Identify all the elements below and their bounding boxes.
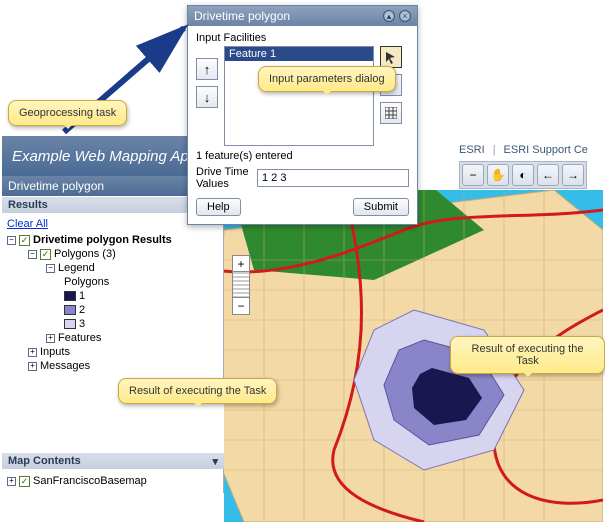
checkbox-checked-icon[interactable]: ✓ <box>19 476 30 487</box>
zoom-out-button[interactable]: − <box>233 298 249 314</box>
close-icon[interactable]: × <box>399 10 411 22</box>
expand-icon[interactable]: + <box>28 348 37 357</box>
callout-result-left: Result of executing the Task <box>118 378 277 404</box>
legend-label-3: 3 <box>79 318 85 330</box>
feature-list-item[interactable]: Feature 1 <box>225 47 373 61</box>
collapse-icon[interactable]: − <box>28 250 37 259</box>
feature-properties-button[interactable] <box>380 102 402 124</box>
features-node[interactable]: Features <box>58 332 101 344</box>
messages-node[interactable]: Messages <box>40 360 90 372</box>
legend-node[interactable]: Legend <box>58 262 95 274</box>
callout-result-right: Result of executing the Task <box>450 336 605 374</box>
features-entered-text: 1 feature(s) entered <box>196 150 409 162</box>
callout-params: Input parameters dialog <box>258 66 396 92</box>
zoom-slider[interactable] <box>233 272 249 298</box>
prev-extent-button[interactable]: ← <box>537 164 559 186</box>
next-extent-button[interactable]: → <box>562 164 584 186</box>
dialog-title-text: Drivetime polygon <box>194 9 290 23</box>
legend-swatch-1 <box>64 291 76 301</box>
flag-pointer-icon <box>384 50 398 64</box>
polygons-node[interactable]: Polygons (3) <box>54 248 116 260</box>
esri-support-link[interactable]: ESRI Support Ce <box>504 144 588 156</box>
legend-swatch-3 <box>64 319 76 329</box>
legend-swatch-2 <box>64 305 76 315</box>
drive-time-input[interactable] <box>257 169 409 187</box>
legend-label-1: 1 <box>79 290 85 302</box>
checkbox-checked-icon[interactable]: ✓ <box>19 235 30 246</box>
legend-sub: Polygons <box>64 276 109 288</box>
clear-all-link[interactable]: Clear All <box>7 218 48 230</box>
grid-icon <box>385 107 397 119</box>
add-point-tool[interactable] <box>380 46 402 68</box>
zoom-in-button[interactable]: + <box>233 256 249 272</box>
collapse-icon[interactable]: − <box>46 264 55 273</box>
input-facilities-label: Input Facilities <box>196 32 409 44</box>
map-toolbar: − ✋ ◐ ← → <box>459 161 587 189</box>
task-dialog: Drivetime polygon ▴ × Input Facilities ↑… <box>187 5 418 225</box>
checkbox-checked-icon[interactable]: ✓ <box>40 249 51 260</box>
basemap-layer[interactable]: SanFranciscoBasemap <box>33 475 147 487</box>
pan-tool-button[interactable]: ✋ <box>487 164 509 186</box>
results-tree: Clear All − ✓ Drivetime polygon Results … <box>2 213 224 381</box>
help-button[interactable]: Help <box>196 198 241 216</box>
callout-geoprocessing: Geoprocessing task <box>8 100 127 126</box>
drive-time-label: Drive Time Values <box>196 166 251 190</box>
map-contents-header[interactable]: Map Contents ▾ <box>2 452 224 469</box>
zoom-tool-button[interactable]: − <box>462 164 484 186</box>
expand-icon[interactable]: + <box>46 334 55 343</box>
top-links: ESRI | ESRI Support Ce <box>459 144 588 156</box>
expand-icon[interactable]: + <box>7 477 16 486</box>
move-up-button[interactable]: ↑ <box>196 58 218 80</box>
minimize-icon[interactable]: ▴ <box>383 10 395 22</box>
inputs-node[interactable]: Inputs <box>40 346 70 358</box>
move-down-button[interactable]: ↓ <box>196 86 218 108</box>
map-contents-panel: Map Contents ▾ + ✓ SanFranciscoBasemap <box>2 452 224 493</box>
submit-button[interactable]: Submit <box>353 198 409 216</box>
chevron-down-icon: ▾ <box>212 455 218 468</box>
feature-listbox[interactable]: Feature 1 <box>224 46 374 146</box>
legend-label-2: 2 <box>79 304 85 316</box>
results-root: Drivetime polygon Results <box>33 234 172 246</box>
expand-icon[interactable]: + <box>28 362 37 371</box>
app-title: Example Web Mapping App <box>12 148 197 165</box>
esri-link[interactable]: ESRI <box>459 144 485 156</box>
dialog-titlebar[interactable]: Drivetime polygon ▴ × <box>188 6 417 26</box>
full-extent-button[interactable]: ◐ <box>512 164 534 186</box>
zoom-control: + − <box>232 255 250 315</box>
collapse-icon[interactable]: − <box>7 236 16 245</box>
